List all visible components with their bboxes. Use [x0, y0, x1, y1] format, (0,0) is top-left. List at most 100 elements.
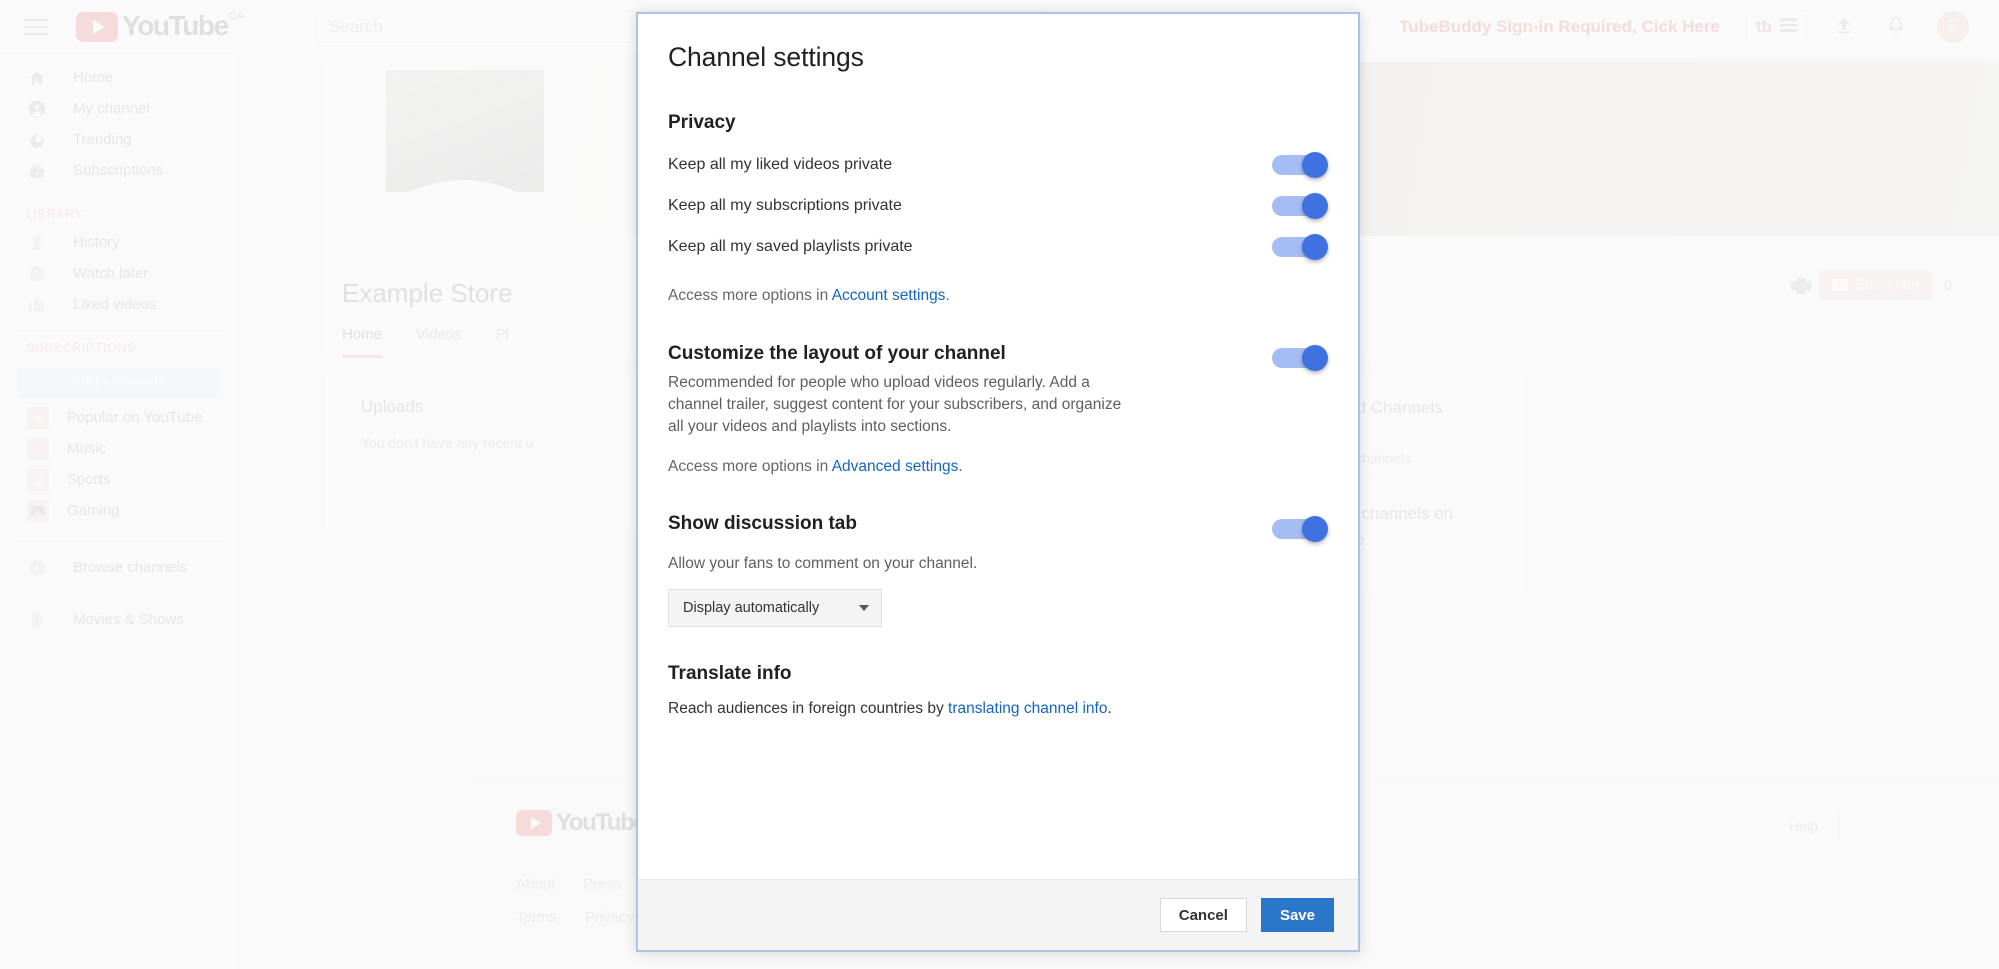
- toggle-customize-layout[interactable]: [1272, 345, 1328, 371]
- youtube-logo-text: YouTube: [122, 12, 228, 40]
- sidebar-item-label: Home: [73, 69, 113, 86]
- footer-link-about[interactable]: About: [516, 876, 555, 893]
- app-root: YouTube CA Search TubeBuddy Sign-in Requ…: [0, 0, 1999, 969]
- sidebar-item-browse-channels[interactable]: Browse channels: [0, 552, 237, 583]
- advanced-settings-link[interactable]: Advanced settings: [832, 458, 959, 475]
- avatar[interactable]: E: [1937, 11, 1969, 43]
- toggle-show-discussion-tab[interactable]: [1272, 516, 1328, 542]
- subscribe-button[interactable]: Subscribe: [1819, 270, 1932, 300]
- sidebar-item-label: Watch later: [73, 265, 148, 282]
- sidebar-item-popular-on-youtube[interactable]: ★ Popular on YouTube: [11, 402, 226, 433]
- tubebuddy-menu-icon: [1780, 18, 1797, 35]
- sidebar-item-label: Trending: [73, 131, 132, 148]
- privacy-section-heading: Privacy: [668, 112, 1328, 134]
- upload-icon[interactable]: [1833, 14, 1859, 40]
- toggle-keep-liked-videos-private[interactable]: [1272, 152, 1328, 178]
- sidebar-item-trending[interactable]: Trending: [0, 124, 237, 155]
- sidebar-heading-library: LIBRARY: [0, 207, 237, 221]
- tubebuddy-notice[interactable]: TubeBuddy Sign-in Required, Cick Here: [1399, 17, 1720, 37]
- sidebar-item-watch-later[interactable]: Watch later: [0, 258, 237, 289]
- footer-link-terms[interactable]: Terms: [516, 909, 557, 926]
- layout-description: Recommended for people who upload videos…: [668, 372, 1138, 438]
- sidebar-item-home[interactable]: Home: [0, 62, 237, 93]
- plus-circle-icon: [26, 557, 48, 579]
- save-button[interactable]: Save: [1261, 898, 1334, 932]
- privacy-note-prefix: Access more options in: [668, 287, 832, 304]
- clock-icon: [26, 263, 48, 285]
- sidebar-item-liked-videos[interactable]: Liked videos: [0, 289, 237, 320]
- sidebar-item-history[interactable]: History: [0, 227, 237, 258]
- subscriber-count: 0: [1932, 270, 1965, 300]
- sidebar-item-label: Liked videos: [73, 296, 156, 313]
- privacy-label: Keep all my liked videos private: [668, 156, 892, 174]
- subscribe-control: Subscribe 0: [1819, 270, 1965, 300]
- sidebar-item-label: History: [73, 234, 120, 251]
- toggle-keep-subscriptions-private[interactable]: [1272, 193, 1328, 219]
- discussion-section-heading: Show discussion tab: [668, 513, 1272, 535]
- divider: [12, 593, 225, 594]
- channel-name: Example Store: [342, 278, 513, 309]
- sidebar-item-my-channel[interactable]: My channel: [0, 93, 237, 124]
- divider: [12, 541, 225, 542]
- footer-youtube-logo[interactable]: YouTube: [516, 809, 645, 837]
- tab-playlists[interactable]: Pl: [496, 326, 509, 358]
- sidebar-item-label: Music: [67, 440, 106, 457]
- sidebar-item-movies-shows[interactable]: Movies & Shows: [0, 604, 237, 635]
- gamepad-icon: 🎮: [27, 500, 49, 522]
- home-icon: [26, 67, 48, 89]
- tab-home[interactable]: Home: [342, 326, 382, 358]
- tab-videos[interactable]: Videos: [416, 326, 462, 358]
- layout-section-heading: Customize the layout of your channel: [668, 343, 1272, 365]
- sidebar-item-label: Subscriptions: [73, 162, 163, 179]
- film-strip-icon: [26, 609, 48, 631]
- discussion-visibility-select[interactable]: Display automatically: [668, 589, 882, 627]
- header-actions: TubeBuddy Sign-in Required, Cick Here tb…: [1399, 10, 1999, 44]
- layout-note-prefix: Access more options in: [668, 458, 832, 475]
- toggle-keep-playlists-private[interactable]: [1272, 234, 1328, 260]
- basketball-icon: ◍: [27, 469, 49, 491]
- youtube-logo[interactable]: YouTube CA: [76, 12, 244, 42]
- banner-photo: [386, 70, 544, 192]
- privacy-row-saved-playlists: Keep all my saved playlists private: [668, 226, 1328, 267]
- discussion-section: Show discussion tab Allow your fans to c…: [668, 513, 1328, 627]
- footer-link-privacy[interactable]: Privacy: [585, 909, 634, 926]
- privacy-note: Access more options in Account settings.: [668, 287, 1328, 305]
- translate-text-prefix: Reach audiences in foreign countries by: [668, 700, 948, 717]
- hamburger-icon[interactable]: [24, 18, 48, 36]
- add-channels-button[interactable]: Add channels: [17, 368, 220, 398]
- translate-text-suffix: .: [1107, 700, 1111, 717]
- youtube-country-code: CA: [229, 10, 244, 22]
- dialog-footer: Cancel Save: [638, 879, 1358, 950]
- youtube-play-icon: [76, 12, 118, 42]
- dialog-body: Channel settings Privacy Keep all my lik…: [638, 14, 1358, 879]
- layout-note-suffix: .: [958, 458, 962, 475]
- sidebar-item-music[interactable]: ♪ Music: [11, 433, 226, 464]
- account-settings-link[interactable]: Account settings: [832, 287, 946, 304]
- cancel-button[interactable]: Cancel: [1160, 898, 1247, 932]
- chevron-down-icon: [859, 605, 869, 611]
- privacy-row-liked-videos: Keep all my liked videos private: [668, 144, 1328, 185]
- sidebar-item-sports[interactable]: ◍ Sports: [11, 464, 226, 495]
- sidebar-item-label: Gaming: [67, 502, 120, 519]
- translating-channel-info-link[interactable]: translating channel info: [948, 700, 1107, 717]
- footer-logo-text: YouTube: [556, 809, 645, 837]
- sidebar-item-subscriptions[interactable]: Subscriptions: [0, 155, 237, 186]
- privacy-label: Keep all my saved playlists private: [668, 238, 913, 256]
- sidebar: Home My channel Trending Subscriptions: [0, 54, 238, 969]
- thumbs-up-icon: [26, 294, 48, 316]
- privacy-label: Keep all my subscriptions private: [668, 197, 902, 215]
- footer-link-press[interactable]: Press: [583, 876, 621, 893]
- help-button[interactable]: Help: [1768, 808, 1839, 844]
- avatar-initial: E: [1948, 18, 1959, 36]
- sidebar-item-gaming[interactable]: 🎮 Gaming: [11, 495, 226, 526]
- privacy-row-subscriptions: Keep all my subscriptions private: [668, 185, 1328, 226]
- discussion-select-value: Display automatically: [683, 600, 819, 616]
- discussion-description: Allow your fans to comment on your chann…: [668, 553, 1138, 575]
- tubebuddy-button[interactable]: tb: [1746, 10, 1807, 44]
- divider: [12, 330, 225, 331]
- settings-gear-icon[interactable]: [1789, 274, 1813, 298]
- subscribe-label: Subscribe: [1855, 277, 1919, 293]
- layout-section: Customize the layout of your channel Rec…: [668, 343, 1328, 438]
- notifications-bell-icon[interactable]: [1885, 14, 1911, 40]
- hourglass-icon: [26, 232, 48, 254]
